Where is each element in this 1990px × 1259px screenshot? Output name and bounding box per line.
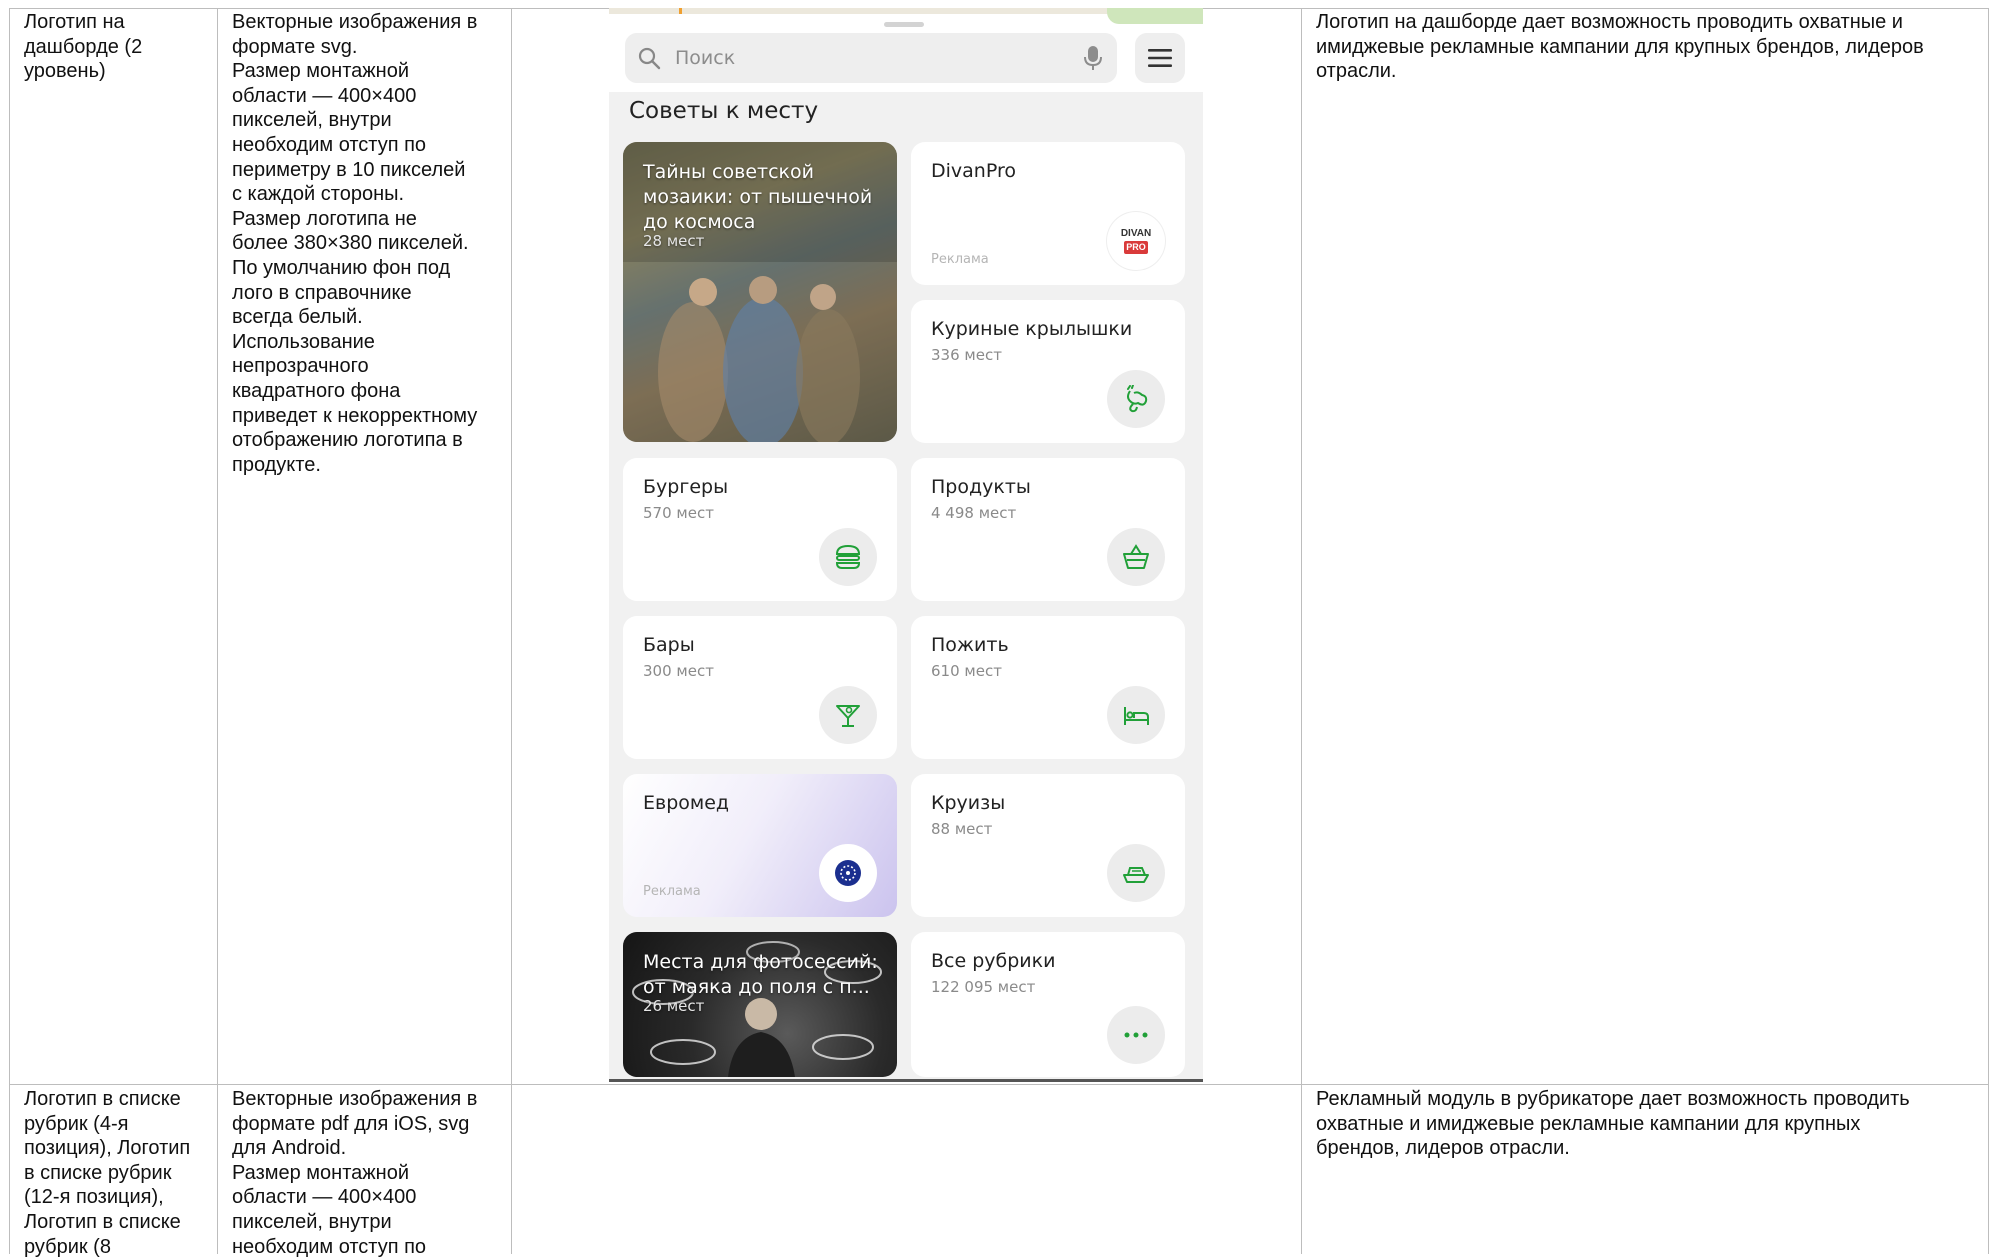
table-divider-1 [217,8,218,1254]
table-border-left [9,8,10,1254]
logo-text-bottom: PRO [1124,241,1148,254]
section-title: Советы к месту [629,98,819,124]
bed-icon [1124,707,1149,725]
card-title: Бары [643,634,695,656]
card-count: 300 мест [643,662,714,680]
card-count: 122 095 мест [931,978,1036,996]
card-title: Все рубрики [931,950,1056,972]
category-card-divanpro[interactable]: DivanPro Реклама DIVAN PRO [911,142,1185,285]
divanpro-logo-icon: DIVAN PRO [1107,212,1165,270]
logo-text-top: DIVAN [1120,228,1152,239]
card-count: 570 мест [643,504,714,522]
card-icon-wrap [1107,1006,1165,1064]
category-card-products[interactable]: Продукты 4 498 мест [911,458,1185,601]
row1-description-cell: Логотип на дашборде дает возможность про… [1316,11,1924,83]
card-title: Евромед [643,792,730,814]
card-title: Бургеры [643,476,729,498]
card-count: 88 мест [931,820,993,838]
card-title: Пожить [931,634,1009,656]
row2-description-cell: Рекламный модуль в рубрикаторе дает возм… [1316,1088,1910,1160]
category-card-mosaic[interactable]: Тайны советской мозаики: от пышечной до … [623,142,897,442]
search-input[interactable]: Поиск [625,33,1117,83]
hamburger-icon [1148,49,1172,67]
sheet-grabber[interactable] [884,22,924,27]
category-card-chicken-wings[interactable]: Куриные крылышки 336 мест [911,300,1185,443]
card-icon-wrap [819,844,877,902]
euromed-logo-icon [835,860,861,886]
card-count: 4 498 мест [931,504,1017,522]
search-placeholder: Поиск [675,47,736,69]
category-card-cruises[interactable]: Круизы 88 мест [911,774,1185,917]
category-card-burgers[interactable]: Бургеры 570 мест [623,458,897,601]
ad-label: Реклама [643,884,701,899]
category-card-euromed[interactable]: Евромед Реклама [623,774,897,917]
row2-placement-cell: Логотип в списке рубрик (4-я позиция), Л… [24,1088,191,1258]
map-road [679,8,682,14]
category-card-all[interactable]: Все рубрики 122 095 мест [911,932,1185,1077]
phone-screenshot: Поиск Советы к месту Тайны советской моз… [609,8,1203,1082]
card-icon-wrap [819,528,877,586]
menu-button[interactable] [1135,33,1185,83]
card-count: 26 мест [643,997,705,1015]
map-park [1107,8,1203,24]
more-icon [1124,1032,1148,1038]
search-icon [638,47,661,70]
phone-header: Поиск [609,8,1203,92]
card-icon-wrap [1107,370,1165,428]
card-icon-wrap [1107,844,1165,902]
table-divider-2 [511,8,512,1254]
card-title: Куриные крылышки [931,318,1133,340]
row2-requirements-cell: Векторные изображения в формате pdf для … [232,1088,478,1258]
card-icon-wrap [819,686,877,744]
burger-icon [835,544,861,569]
cocktail-icon [836,705,860,727]
microphone-icon[interactable] [1081,45,1105,71]
card-count: 610 мест [931,662,1002,680]
card-icon-wrap [1107,528,1165,586]
card-title: Круизы [931,792,1006,814]
table-border-right [1988,8,1989,1254]
card-icon-wrap [1107,686,1165,744]
row1-placement-cell: Логотип на дашборде (2 уровень) [24,11,143,83]
ship-icon [1123,867,1149,883]
table-border-row [9,1084,1989,1085]
card-count: 28 мест [643,232,705,250]
card-title: Тайны советской мозаики: от пышечной до … [643,161,873,233]
card-title: Места для фотосессий: от маяка до поля с… [643,951,878,998]
phone-bottom-edge [609,1079,1203,1082]
basket-icon [1123,544,1149,569]
category-card-photoshoot[interactable]: Места для фотосессий: от маяка до поля с… [623,932,897,1077]
row1-requirements-cell: Векторные изображения в формате svg. Раз… [232,11,478,476]
card-title: Продукты [931,476,1031,498]
chicken-wing-icon [1127,385,1148,413]
category-card-bars[interactable]: Бары 300 мест [623,616,897,759]
ad-label: Реклама [931,252,989,267]
category-card-stay[interactable]: Пожить 610 мест [911,616,1185,759]
table-divider-3 [1301,8,1302,1254]
card-count: 336 мест [931,346,1002,364]
card-title: DivanPro [931,160,1016,182]
